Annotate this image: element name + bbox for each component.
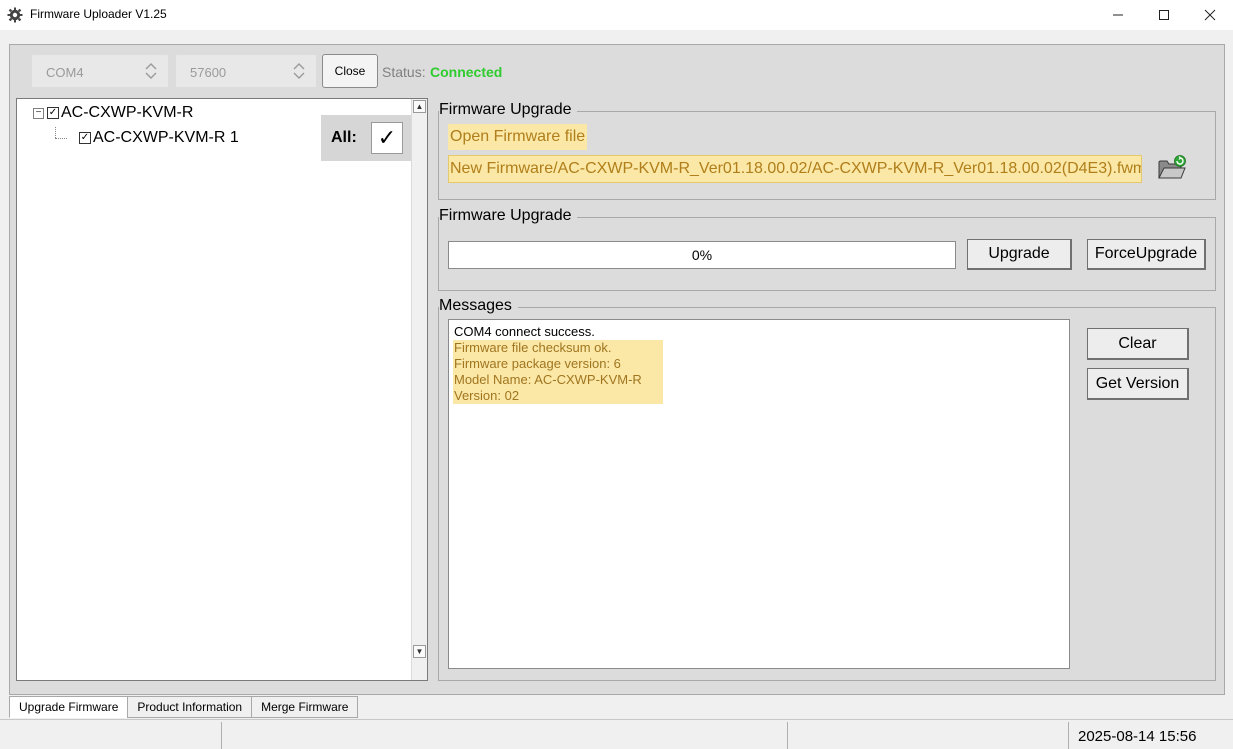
select-all-panel: All: ✓ <box>321 115 415 161</box>
tree-node-label: AC-CXWP-KVM-R 1 <box>93 129 239 146</box>
open-firmware-file-label: Open Firmware file <box>448 124 588 150</box>
spin-arrows-icon <box>293 63 305 79</box>
status-separator <box>1068 722 1069 749</box>
status-separator <box>787 722 788 749</box>
status-datetime: 2025-08-14 15:56 <box>1078 728 1197 745</box>
message-line: Model Name: AC-CXWP-KVM-R <box>453 372 663 388</box>
select-all-checkbox[interactable]: ✓ <box>371 122 403 154</box>
tab-bar: Upgrade Firmware Product Information Mer… <box>9 696 359 718</box>
clear-button[interactable]: Clear <box>1087 328 1189 360</box>
spin-arrows-icon <box>145 63 157 79</box>
tree-node-label: AC-CXWP-KVM-R <box>61 104 194 121</box>
close-icon <box>1204 9 1216 21</box>
group-title: Messages <box>439 297 518 315</box>
message-line: COM4 connect success. <box>454 324 595 339</box>
close-window-button[interactable] <box>1187 0 1233 30</box>
port-select[interactable]: COM4 <box>31 54 169 88</box>
firmware-file-group: Firmware Upgrade Open Firmware file New … <box>438 101 1216 200</box>
main-panel: COM4 57600 Close Status: Connected − ✓ A… <box>9 44 1225 695</box>
messages-group: Messages COM4 connect success. Firmware … <box>438 297 1216 681</box>
collapse-icon[interactable]: − <box>33 107 44 119</box>
close-port-button[interactable]: Close <box>322 54 378 88</box>
open-folder-icon <box>1158 155 1186 179</box>
tab-upgrade-firmware[interactable]: Upgrade Firmware <box>9 696 129 718</box>
firmware-path-field[interactable]: New Firmware/AC-CXWP-KVM-R_Ver01.18.00.0… <box>448 155 1142 183</box>
tree-connector <box>55 127 56 138</box>
status-bar: 2025-08-14 15:56 <box>0 719 1233 749</box>
window-title: Firmware Uploader V1.25 <box>30 7 167 21</box>
device-tree[interactable]: − ✓ AC-CXWP-KVM-R ✓ AC-CXWP-KVM-R 1 All:… <box>16 98 428 681</box>
minimize-icon <box>1113 14 1123 16</box>
tree-node-child[interactable]: ✓ AC-CXWP-KVM-R 1 <box>79 129 239 147</box>
minimize-button[interactable] <box>1095 0 1141 30</box>
message-line: Firmware package version: 6 <box>453 356 663 372</box>
status-badge: Connected <box>430 64 503 80</box>
title-bar: Firmware Uploader V1.25 <box>0 0 1233 30</box>
progress-text: 0% <box>691 247 713 263</box>
message-line: Version: 02 <box>453 388 663 404</box>
maximize-button[interactable] <box>1141 0 1187 30</box>
select-all-label: All: <box>331 129 357 146</box>
tab-merge-firmware[interactable]: Merge Firmware <box>251 696 359 718</box>
baud-select[interactable]: 57600 <box>175 54 317 88</box>
upgrade-button[interactable]: Upgrade <box>967 239 1072 270</box>
force-upgrade-button[interactable]: ForceUpgrade <box>1087 239 1206 270</box>
scroll-down-arrow-icon[interactable]: ▼ <box>413 645 426 658</box>
group-title: Firmware Upgrade <box>439 207 578 225</box>
tree-connector <box>55 138 67 139</box>
root-checkbox[interactable]: ✓ <box>47 107 59 119</box>
message-line: Firmware file checksum ok. <box>453 340 663 356</box>
status-label: Status: <box>382 64 426 80</box>
firmware-upgrade-group: Firmware Upgrade 0% Upgrade ForceUpgrade <box>438 207 1216 291</box>
baud-value: 57600 <box>190 65 227 80</box>
maximize-icon <box>1159 10 1169 20</box>
gear-icon <box>7 7 23 23</box>
tree-node-root[interactable]: − ✓ AC-CXWP-KVM-R <box>33 104 193 122</box>
messages-log[interactable]: COM4 connect success. Firmware file chec… <box>448 319 1070 669</box>
scroll-up-arrow-icon[interactable]: ▲ <box>413 100 426 113</box>
get-version-button[interactable]: Get Version <box>1087 368 1189 400</box>
child-checkbox[interactable]: ✓ <box>79 132 91 144</box>
status-separator <box>221 722 222 749</box>
port-value: COM4 <box>46 65 84 80</box>
tab-product-information[interactable]: Product Information <box>127 696 253 718</box>
open-file-button[interactable] <box>1155 152 1189 184</box>
tree-scrollbar[interactable]: ▲ ▼ <box>411 99 427 680</box>
upgrade-progress-bar: 0% <box>448 241 956 269</box>
group-title: Firmware Upgrade <box>439 101 578 119</box>
